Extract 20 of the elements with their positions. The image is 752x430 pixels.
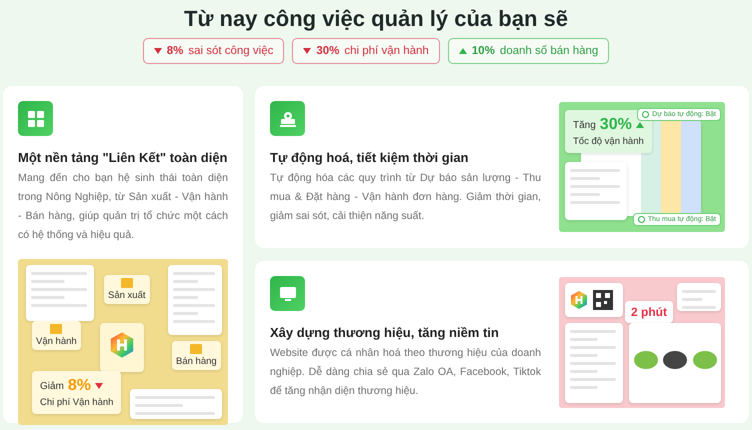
page-heading: Từ nay công việc quản lý của bạn sẽ xyxy=(184,6,568,32)
node-label: Vận hành xyxy=(36,336,77,347)
card-description: Mang đến cho bạn hệ sinh thái toàn diện trong Nông Nghiệp, từ Sản xuất - Vận hành - Bán hàng, giúp quản trị tổ chức một cách có hệ thống và hiệu quả. xyxy=(18,171,228,243)
stat-badge: 10% doanh số bán hàng xyxy=(448,38,610,64)
stat-value: 30% xyxy=(600,116,632,134)
stat-badge: 30% chi phí vận hành xyxy=(292,38,440,64)
node-label: Sản xuất xyxy=(108,290,146,301)
node-label: Bán hàng xyxy=(176,356,217,367)
card-description: Tự động hóa các quy trình từ Dự báo sản lượng - Thu mua & Đặt hàng - Vận hành đơn hàng. Giảm thời gian, giảm sai sót, cải thiện năng suất. xyxy=(270,171,541,224)
card-title: Một nền tảng "Liên Kết" toàn diện xyxy=(18,150,228,165)
stat-caption: Chi phí Vận hành xyxy=(40,397,114,408)
card-description: Website được cá nhân hoá theo thương hiệu của doanh nghiệp. Dễ dàng chia sẻ qua Zalo OA, Facebook, Tiktok để tăng nhận diện thương hiệu. xyxy=(270,346,541,399)
stat-caption: Tốc độ vận hành xyxy=(573,136,644,147)
stat-badge: 8% sai sót công việc xyxy=(142,38,284,64)
stat-prefix: Giảm xyxy=(40,380,64,392)
stat-value: 8% xyxy=(68,377,92,395)
time-badge: 2 phút xyxy=(625,300,673,322)
stat-prefix: Tăng xyxy=(573,120,596,130)
card-title: Xây dựng thương hiệu, tăng niềm tin xyxy=(270,325,500,340)
card-title: Tự động hoá, tiết kiệm thời gian xyxy=(270,150,470,165)
